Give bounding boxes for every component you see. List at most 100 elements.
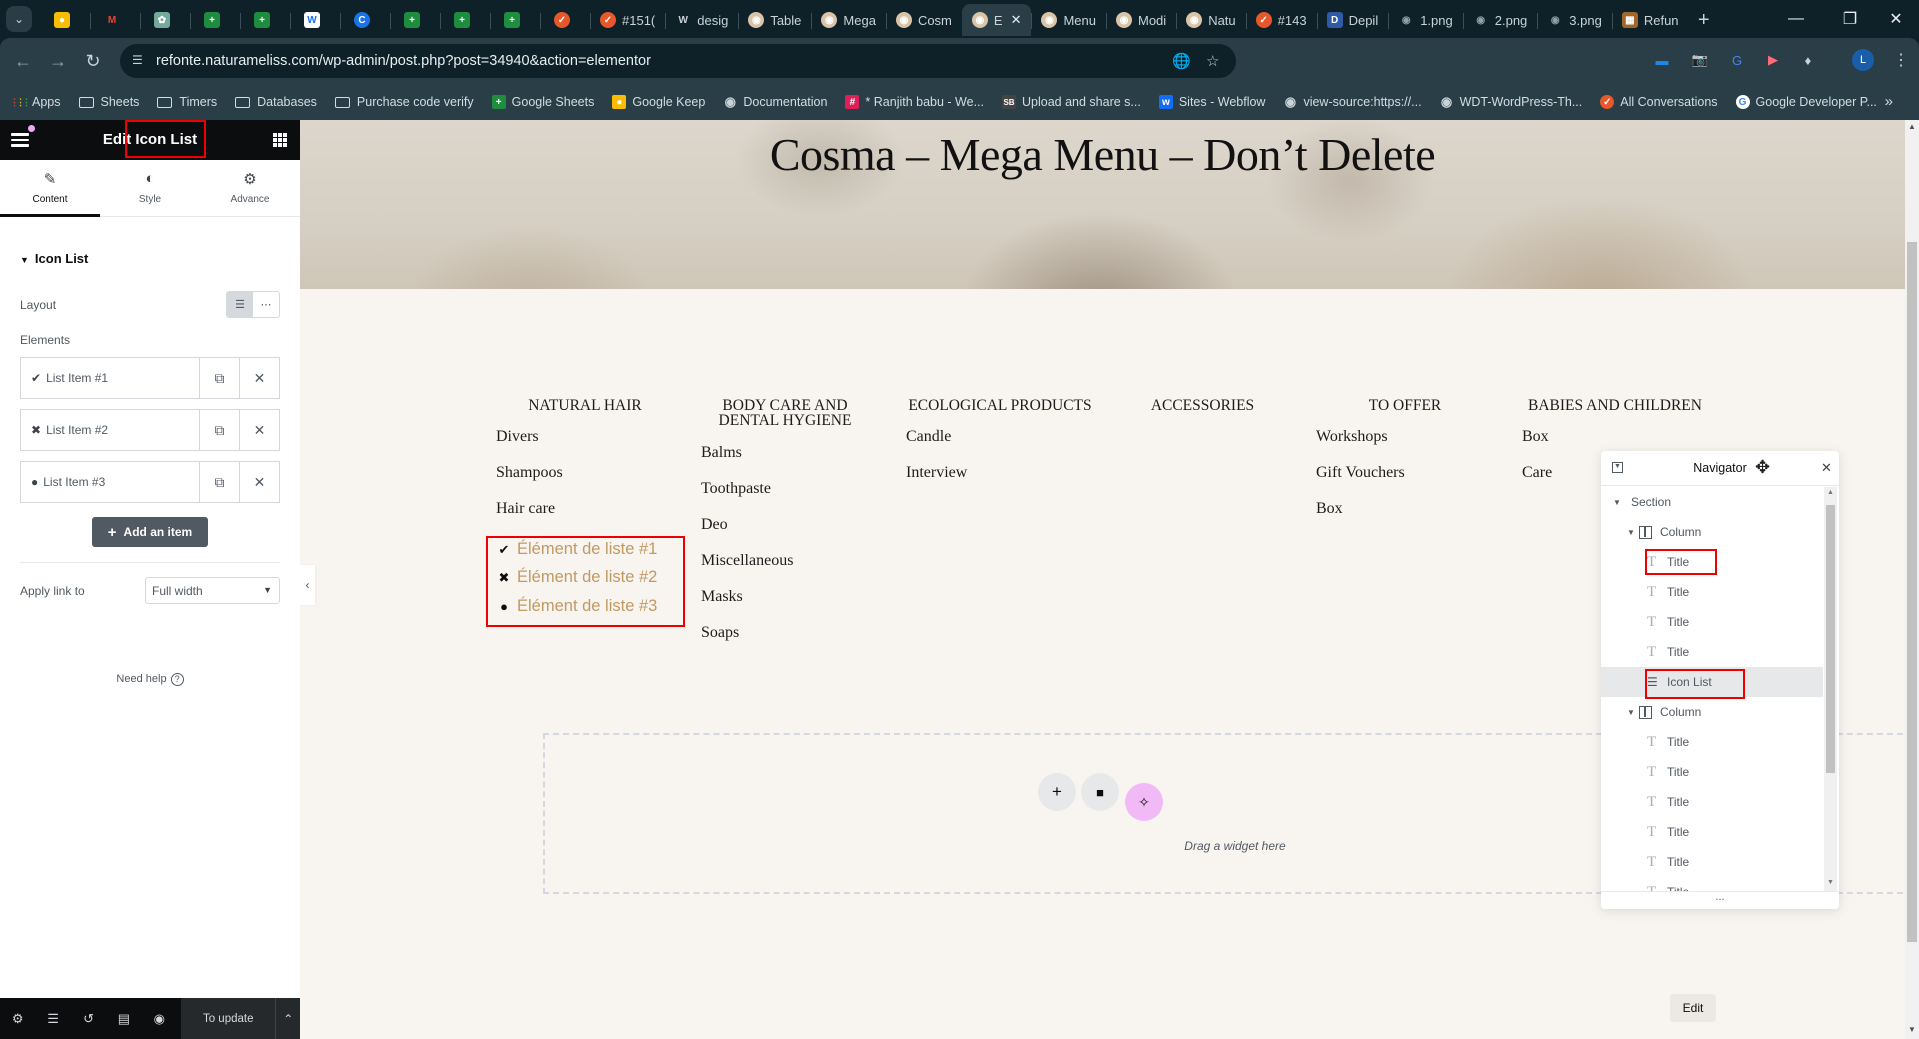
menu-link[interactable]: Gift Vouchers bbox=[1316, 464, 1405, 482]
restore-button[interactable]: ❐ bbox=[1827, 0, 1873, 38]
browser-menu-icon[interactable]: ⋮ bbox=[1893, 50, 1909, 70]
layout-inline-button[interactable]: ⋯ bbox=[253, 292, 279, 317]
bookmark-item[interactable]: Sheets bbox=[78, 95, 139, 109]
browser-tab[interactable]: ● bbox=[40, 4, 90, 36]
scroll-down-arrow-icon[interactable]: ▼ bbox=[1908, 1025, 1916, 1034]
repeater-item-title[interactable]: ✖ List Item #2 bbox=[21, 410, 199, 450]
minimize-button[interactable]: — bbox=[1773, 0, 1819, 38]
ai-button[interactable]: ✧ bbox=[1125, 783, 1163, 821]
menu-link[interactable]: Toothpaste bbox=[701, 480, 771, 498]
canvas-scrollbar[interactable]: ▲ ▼ bbox=[1905, 120, 1919, 1039]
navigator-widget[interactable]: T Title bbox=[1601, 637, 1823, 667]
menu-link[interactable]: Box bbox=[1316, 500, 1343, 518]
extension-screen-icon[interactable]: ▬ bbox=[1651, 50, 1673, 70]
browser-tab[interactable]: ◉ Cosm bbox=[885, 4, 962, 36]
menu-column-heading[interactable]: NATURAL HAIR bbox=[470, 398, 700, 414]
menu-column-heading[interactable]: TO OFFER bbox=[1310, 398, 1500, 414]
back-button[interactable]: ← bbox=[10, 48, 36, 74]
bookmark-item[interactable]: G Google Developer P... bbox=[1735, 95, 1877, 109]
browser-tab[interactable]: ◉ Mega bbox=[811, 4, 886, 36]
scrollbar-thumb[interactable] bbox=[1907, 242, 1917, 942]
bookmark-item[interactable]: ◉ Documentation bbox=[723, 94, 827, 109]
browser-tab[interactable]: D Depil bbox=[1316, 4, 1389, 36]
browser-tab[interactable]: ◉ Modi bbox=[1106, 4, 1176, 36]
repeater-item[interactable]: ✔ List Item #1 ⧉ ✕ bbox=[20, 357, 280, 399]
menu-link[interactable]: Deo bbox=[701, 516, 728, 534]
close-window-button[interactable]: ✕ bbox=[1873, 0, 1919, 38]
remove-item-button[interactable]: ✕ bbox=[239, 462, 279, 502]
translate-icon[interactable]: 🌐 bbox=[1172, 52, 1191, 70]
menu-link[interactable]: Care bbox=[1522, 464, 1552, 482]
icon-list-item[interactable]: ✔ Élément de liste #1 bbox=[496, 540, 658, 559]
scroll-up-arrow-icon[interactable]: ▲ bbox=[1908, 122, 1916, 131]
navigator-button[interactable]: ☰ bbox=[35, 998, 70, 1039]
duplicate-item-button[interactable]: ⧉ bbox=[199, 410, 239, 450]
bookmark-item[interactable]: SB Upload and share s... bbox=[1002, 95, 1141, 109]
address-bar[interactable]: ☰ refonte.naturameliss.com/wp-admin/post… bbox=[120, 44, 1236, 78]
duplicate-item-button[interactable]: ⧉ bbox=[199, 462, 239, 502]
update-button[interactable]: To update bbox=[181, 998, 276, 1039]
edit-button[interactable]: Edit bbox=[1670, 994, 1716, 1022]
url-text[interactable]: refonte.naturameliss.com/wp-admin/post.p… bbox=[156, 53, 651, 69]
menu-link[interactable]: Box bbox=[1522, 428, 1549, 446]
need-help-link[interactable]: Need help? bbox=[0, 673, 300, 686]
menu-link[interactable]: Divers bbox=[496, 428, 539, 446]
browser-tab[interactable]: ◉ 3.png bbox=[1537, 4, 1612, 36]
navigator-widget[interactable]: T Title bbox=[1601, 727, 1823, 757]
browser-tab[interactable]: ✿ bbox=[140, 4, 190, 36]
site-settings-icon[interactable]: ☰ bbox=[132, 53, 148, 69]
navigator-widget[interactable]: ☰ Icon List bbox=[1601, 667, 1823, 697]
menu-link[interactable]: Candle bbox=[906, 428, 951, 446]
browser-tab[interactable]: ◉ Table bbox=[738, 4, 811, 36]
bookmark-item[interactable]: Databases bbox=[235, 95, 317, 109]
browser-tab[interactable]: ▦ Refun bbox=[1611, 4, 1688, 36]
menu-link[interactable]: Hair care bbox=[496, 500, 555, 518]
caret-down-icon[interactable]: ▼ bbox=[1613, 498, 1625, 507]
navigator-scrollbar-thumb[interactable] bbox=[1826, 505, 1835, 773]
template-library-button[interactable]: ■ bbox=[1081, 773, 1119, 811]
bookmark-star-icon[interactable]: ☆ bbox=[1206, 52, 1219, 70]
tab-style[interactable]: ◐ Style bbox=[100, 160, 200, 216]
browser-tab[interactable]: ◉ Natu bbox=[1176, 4, 1245, 36]
navigator-column[interactable]: ▼ Column bbox=[1601, 517, 1823, 547]
browser-tab[interactable]: W bbox=[290, 4, 340, 36]
navigator-scrollbar[interactable]: ▲ ▼ bbox=[1824, 487, 1837, 891]
menu-column-heading[interactable]: BABIES AND CHILDREN bbox=[1522, 398, 1762, 414]
tab-advanced[interactable]: ⚙ Advance bbox=[200, 160, 300, 216]
close-navigator-button[interactable]: ✕ bbox=[1821, 460, 1832, 476]
extension-translate-icon[interactable]: G bbox=[1726, 50, 1748, 70]
bookmark-item[interactable]: w Sites - Webflow bbox=[1158, 95, 1265, 109]
remove-item-button[interactable]: ✕ bbox=[239, 358, 279, 398]
navigator-widget[interactable]: T Title bbox=[1601, 607, 1823, 637]
extension-record-icon[interactable]: ▶ bbox=[1762, 50, 1784, 70]
menu-link[interactable]: Masks bbox=[701, 588, 743, 606]
bookmarks-overflow-button[interactable]: » bbox=[1885, 93, 1893, 110]
bookmark-item[interactable]: Timers bbox=[157, 95, 217, 109]
menu-column-heading[interactable]: BODY CARE AND DENTAL HYGIENE bbox=[715, 398, 855, 429]
browser-tab[interactable]: ◉ E ✕ bbox=[961, 4, 1032, 36]
browser-tab[interactable]: ◉ Menu bbox=[1031, 4, 1106, 36]
browser-tab[interactable]: + bbox=[490, 4, 540, 36]
panel-collapse-toggle[interactable]: ‹ bbox=[300, 565, 315, 605]
layout-default-button[interactable]: ☰ bbox=[227, 292, 253, 317]
responsive-mode-button[interactable]: ▤ bbox=[106, 998, 141, 1039]
scroll-down-arrow-icon[interactable]: ▼ bbox=[1827, 879, 1834, 886]
browser-tab[interactable]: ✓ #151( bbox=[590, 4, 665, 36]
profile-avatar[interactable]: L bbox=[1852, 49, 1874, 71]
apply-link-select[interactable]: Full width ▼ bbox=[145, 577, 280, 604]
menu-link[interactable]: Workshops bbox=[1316, 428, 1388, 446]
menu-link[interactable]: Miscellaneous bbox=[701, 552, 793, 570]
browser-tab[interactable]: ✓ #143 bbox=[1245, 4, 1317, 36]
navigator-widget[interactable]: T Title bbox=[1601, 757, 1823, 787]
history-button[interactable]: ↺ bbox=[71, 998, 106, 1039]
menu-link[interactable]: Balms bbox=[701, 444, 742, 462]
navigator-widget[interactable]: T Title bbox=[1601, 847, 1823, 877]
bookmark-item[interactable]: # * Ranjith babu - We... bbox=[845, 95, 984, 109]
navigator-widget[interactable]: T Title bbox=[1601, 577, 1823, 607]
navigator-resize-handle[interactable]: ... bbox=[1601, 891, 1839, 909]
repeater-item[interactable]: ✖ List Item #2 ⧉ ✕ bbox=[20, 409, 280, 451]
browser-tab[interactable]: Wdesig bbox=[665, 4, 738, 36]
browser-tab[interactable]: M bbox=[90, 4, 140, 36]
browser-tab[interactable]: C bbox=[340, 4, 390, 36]
caret-down-icon[interactable]: ▼ bbox=[1627, 528, 1639, 537]
